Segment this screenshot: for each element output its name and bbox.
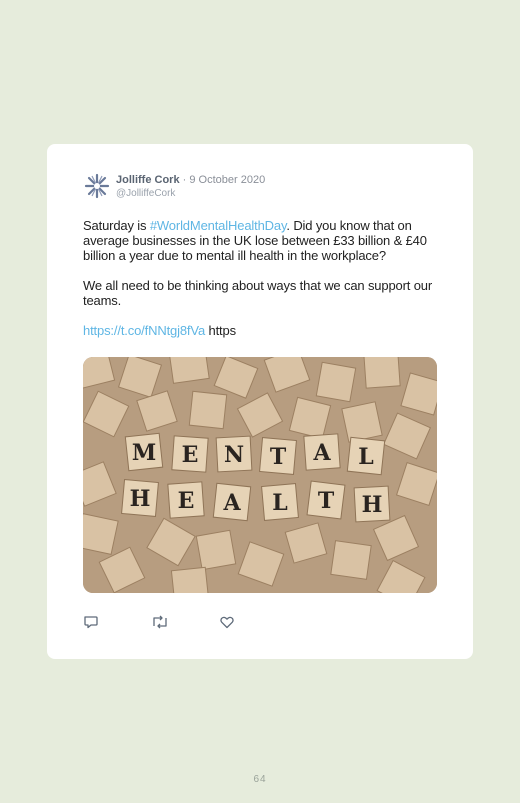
tweet-actions (83, 614, 283, 630)
text-before-hashtag: Saturday is (83, 218, 150, 233)
tile-letter: T (318, 488, 335, 514)
author-handle[interactable]: @JolliffeCork (116, 187, 265, 200)
tile-letter: E (178, 488, 195, 514)
tweet-image[interactable]: M E N T A L H E A L T H (83, 357, 437, 593)
tile-letter: E (182, 442, 199, 468)
avatar[interactable] (83, 172, 111, 200)
tweet-card: Jolliffe Cork · 9 October 2020 @Jolliffe… (47, 144, 473, 659)
tile-letter: M (132, 440, 156, 466)
reply-icon[interactable] (83, 614, 99, 630)
tweet-paragraph-1: Saturday is #WorldMentalHealthDay. Did y… (83, 218, 439, 263)
tile-letter: H (362, 492, 383, 518)
author-name[interactable]: Jolliffe Cork (116, 174, 180, 186)
tweet-author: Jolliffe Cork · 9 October 2020 @Jolliffe… (116, 174, 265, 200)
tweet-paragraph-2: We all need to be thinking about ways th… (83, 278, 433, 308)
tile-letter: L (358, 444, 373, 470)
tile-letter: A (222, 490, 241, 516)
jolliffe-cork-logo-icon (84, 173, 110, 199)
tile-letter: H (130, 486, 151, 512)
hashtag-link[interactable]: #WorldMentalHealthDay (150, 218, 287, 233)
tile-letter: T (270, 444, 287, 470)
tile-letter: L (272, 490, 287, 516)
like-icon[interactable] (219, 614, 235, 630)
page-number: 64 (253, 774, 267, 785)
scrabble-tiles-image: M E N T A L H E A L T H (83, 357, 437, 593)
tweet-link[interactable]: https://t.co/fNNtgj8fVa (83, 323, 205, 338)
tile-letter: N (224, 442, 244, 468)
separator: · (182, 174, 187, 186)
retweet-icon[interactable] (151, 614, 167, 630)
tile-letter: A (312, 440, 331, 466)
tweet-paragraph-3: https://t.co/fNNtgj8fVa https (83, 323, 439, 338)
tweet-text: Saturday is #WorldMentalHealthDay. Did y… (83, 218, 439, 353)
link-trailing-text: https (205, 323, 236, 338)
tweet-date[interactable]: 9 October 2020 (189, 174, 265, 186)
